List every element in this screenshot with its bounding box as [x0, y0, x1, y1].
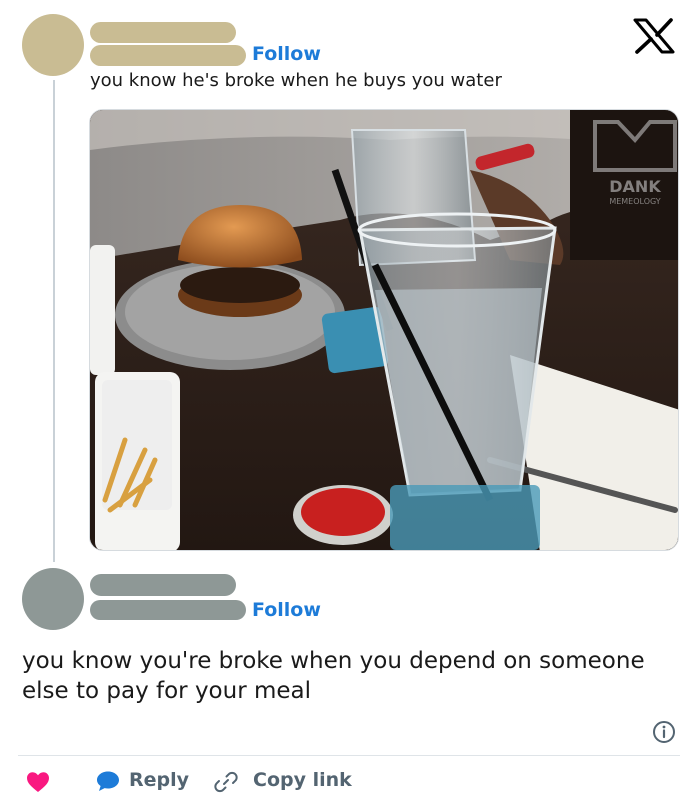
- action-bar: Reply Copy link: [0, 762, 700, 800]
- follow-button[interactable]: Follow: [252, 599, 321, 621]
- avatar[interactable]: [22, 14, 84, 76]
- thread-connector-line: [53, 80, 55, 562]
- reply-bubble-icon[interactable]: [96, 770, 120, 792]
- tweet-photo[interactable]: DANK MEMEOLOGY: [89, 109, 679, 551]
- x-logo-icon[interactable]: [632, 18, 676, 54]
- tweet-text: you know he's broke when he buys you wat…: [90, 70, 502, 91]
- divider: [18, 755, 680, 756]
- copy-link-button[interactable]: Copy link: [253, 769, 352, 791]
- info-icon[interactable]: [652, 720, 676, 744]
- link-icon[interactable]: [214, 770, 238, 794]
- avatar[interactable]: [22, 568, 84, 630]
- heart-icon[interactable]: [26, 771, 50, 793]
- reply-tweet-text: you know you're broke when you depend on…: [22, 648, 645, 704]
- redacted-username: [90, 600, 246, 620]
- follow-button[interactable]: Follow: [252, 43, 321, 65]
- reply-button[interactable]: Reply: [129, 769, 189, 791]
- svg-text:MEMEOLOGY: MEMEOLOGY: [609, 197, 660, 206]
- svg-text:DANK: DANK: [609, 177, 661, 196]
- redacted-display-name: [90, 574, 236, 596]
- photo-burger-water-glass-icon: DANK MEMEOLOGY: [90, 110, 678, 550]
- redacted-display-name: [90, 22, 236, 43]
- redacted-username: [90, 45, 246, 66]
